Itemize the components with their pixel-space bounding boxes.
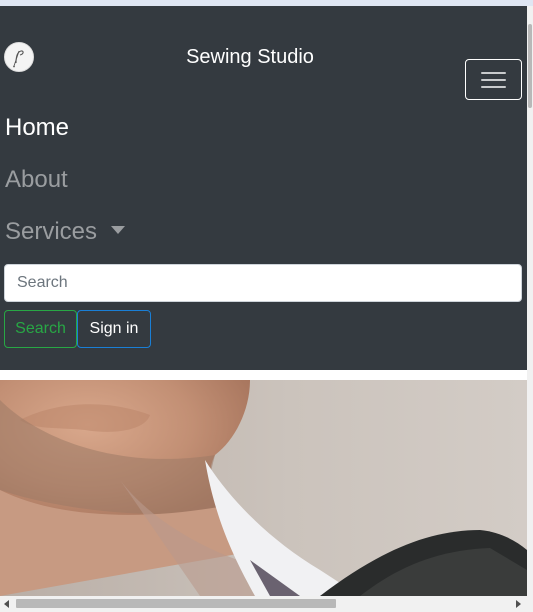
search-input[interactable] <box>4 264 522 302</box>
scroll-right-arrow-icon[interactable] <box>516 600 521 608</box>
scroll-left-arrow-icon[interactable] <box>4 600 9 608</box>
sign-in-button[interactable]: Sign in <box>77 310 151 348</box>
nav-link-home[interactable]: Home <box>5 113 69 143</box>
hamburger-menu-icon-bar <box>481 86 506 88</box>
nav-link-services-label: Services <box>5 218 98 245</box>
vertical-scrollbar-thumb[interactable] <box>528 24 532 108</box>
caret-down-icon <box>111 225 126 234</box>
vertical-scrollbar[interactable] <box>527 6 533 596</box>
nav-dropdown-services[interactable]: Services <box>5 217 126 247</box>
search-button[interactable]: Search <box>4 310 77 348</box>
hero-image <box>0 380 527 596</box>
brand-logo[interactable] <box>4 42 34 72</box>
brand-title[interactable]: Sewing Studio <box>140 44 360 70</box>
nav-link-about[interactable]: About <box>5 165 68 195</box>
horizontal-scrollbar-thumb[interactable] <box>16 599 336 608</box>
navbar: Sewing Studio Home About Services Search… <box>0 6 527 370</box>
navbar-toggler-button[interactable] <box>465 59 522 100</box>
horizontal-scrollbar[interactable] <box>0 596 533 612</box>
hamburger-menu-icon <box>481 72 506 74</box>
hamburger-menu-icon-bar <box>481 79 506 81</box>
